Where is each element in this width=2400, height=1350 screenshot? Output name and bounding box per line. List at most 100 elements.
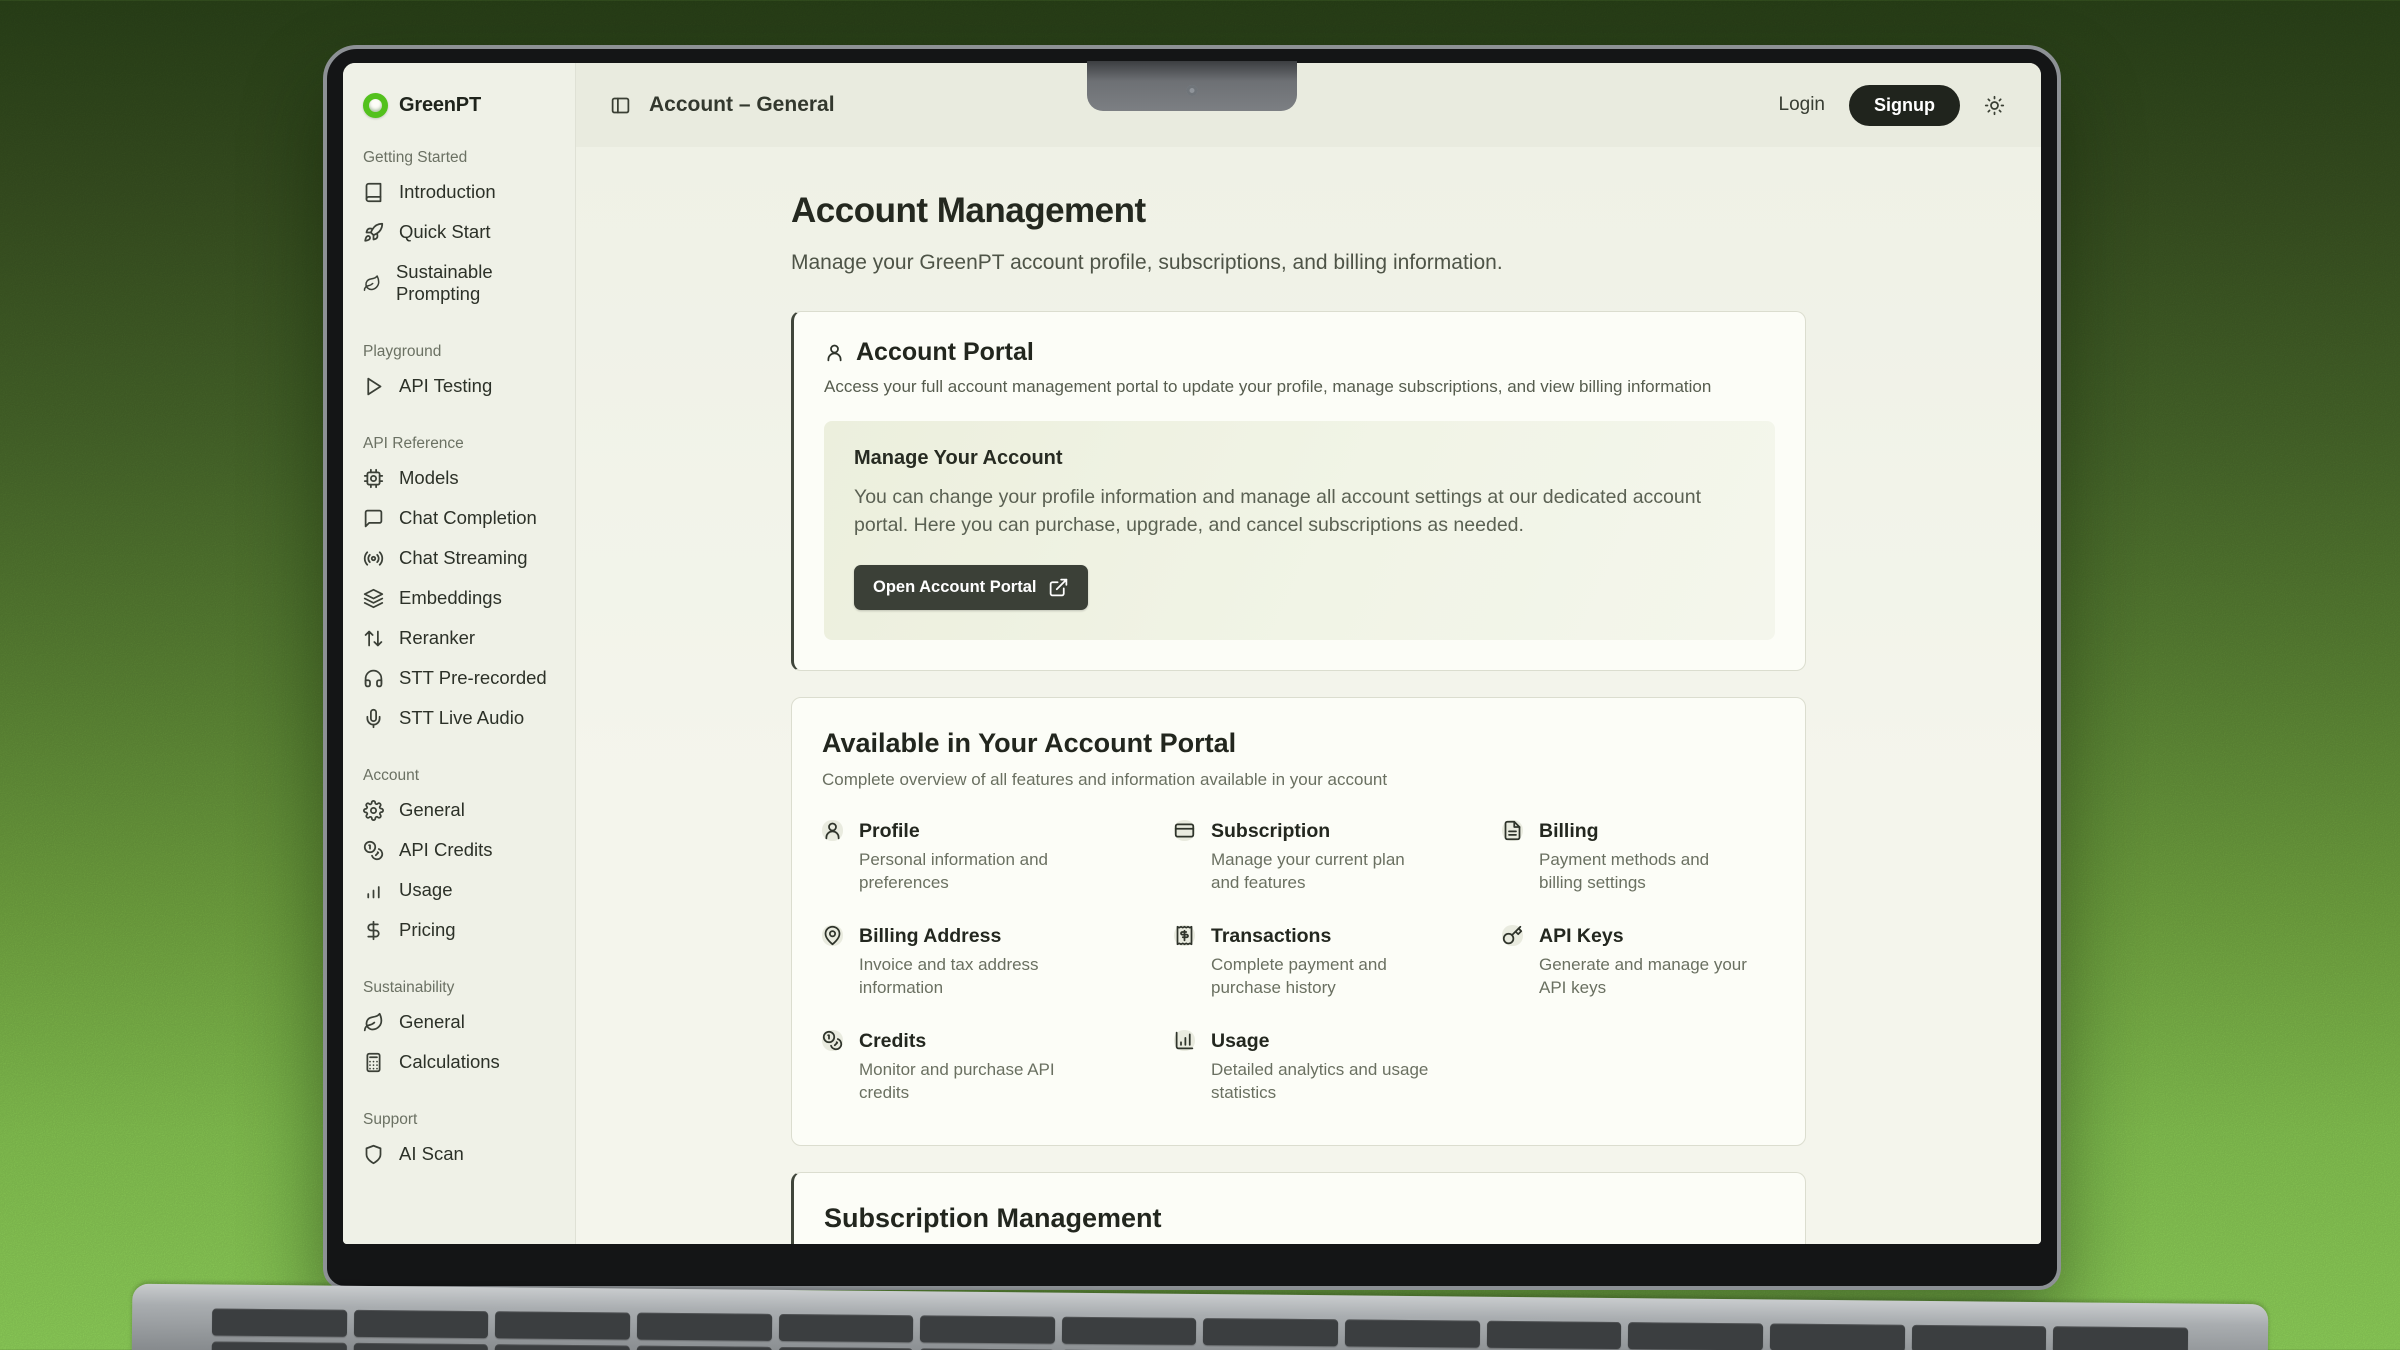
- page-title: Account Management: [791, 191, 2041, 231]
- sidebar-section: Getting Started Introduction Quick Start…: [343, 149, 575, 314]
- feature-title: Billing Address: [859, 925, 1077, 948]
- leaf-icon: [363, 273, 381, 294]
- sidebar-item-label: AI Scan: [399, 1143, 464, 1165]
- sidebar-item-stt-pre-recorded[interactable]: STT Pre-recorded: [343, 658, 575, 698]
- feature-description: Payment methods and billing settings: [1539, 849, 1757, 895]
- keyboard-key: [920, 1315, 1055, 1343]
- keyboard-key: [1345, 1319, 1480, 1347]
- keyboard-key: [2053, 1326, 2188, 1350]
- headphones-icon: [363, 668, 384, 689]
- keyboard: [211, 1309, 2188, 1350]
- keyboard-key: [1628, 1322, 1763, 1350]
- key-icon: [1502, 925, 1523, 946]
- sidebar-item-general[interactable]: General: [343, 1002, 575, 1042]
- keyboard-key: [1912, 1325, 2047, 1350]
- feature-subscription: Subscription Manage your current plan an…: [1174, 820, 1502, 895]
- account-portal-title: Account Portal: [856, 338, 1034, 367]
- sidebar-item-models[interactable]: Models: [343, 458, 575, 498]
- sidebar-item-usage[interactable]: Usage: [343, 870, 575, 910]
- feature-description: Monitor and purchase API credits: [859, 1059, 1077, 1105]
- sidebar-item-introduction[interactable]: Introduction: [343, 172, 575, 212]
- feature-description: Personal information and preferences: [859, 849, 1077, 895]
- sidebar-section-items: API Testing: [343, 366, 575, 406]
- feature-title: Subscription: [1211, 820, 1429, 843]
- file-text-icon: [1502, 820, 1523, 841]
- app-window: GreenPT Getting Started Introduction Qui…: [343, 63, 2041, 1244]
- greenpt-logo-icon: [363, 93, 388, 118]
- sidebar-item-ai-scan[interactable]: AI Scan: [343, 1134, 575, 1174]
- sidebar-item-label: STT Pre-recorded: [399, 667, 547, 689]
- sidebar-section-label: Sustainability: [343, 979, 575, 997]
- panel-left-icon[interactable]: [610, 95, 631, 116]
- credit-card-icon: [1174, 820, 1195, 841]
- features-card: Available in Your Account Portal Complet…: [791, 697, 1806, 1146]
- brand-name: GreenPT: [399, 94, 481, 117]
- sidebar-item-reranker[interactable]: Reranker: [343, 618, 575, 658]
- account-portal-card: Account Portal Access your full account …: [791, 311, 1806, 671]
- sidebar-item-quick-start[interactable]: Quick Start: [343, 212, 575, 252]
- sidebar-item-pricing[interactable]: Pricing: [343, 910, 575, 950]
- signup-button[interactable]: Signup: [1849, 85, 1960, 126]
- feature-usage: Usage Detailed analytics and usage stati…: [1174, 1030, 1502, 1105]
- subscription-management-title: Subscription Management: [824, 1203, 1775, 1234]
- shield-icon: [363, 1144, 384, 1165]
- login-link[interactable]: Login: [1779, 94, 1826, 116]
- sun-icon[interactable]: [1984, 95, 2005, 116]
- receipt-icon: [1174, 925, 1195, 946]
- topbar-actions: Login Signup: [1779, 85, 2006, 126]
- feature-description: Invoice and tax address information: [859, 954, 1077, 1000]
- feature-title: Usage: [1211, 1030, 1429, 1053]
- feature-title: Billing: [1539, 820, 1757, 843]
- keyboard-key: [637, 1313, 772, 1341]
- keyboard-key: [495, 1344, 630, 1350]
- main-content: Account Management Manage your GreenPT a…: [576, 147, 2041, 1244]
- sidebar-item-label: Models: [399, 467, 459, 489]
- cpu-icon: [363, 468, 384, 489]
- features-card-title: Available in Your Account Portal: [822, 728, 1775, 759]
- sidebar-item-chat-completion[interactable]: Chat Completion: [343, 498, 575, 538]
- coins-icon: [363, 840, 384, 861]
- sidebar-item-label: Chat Completion: [399, 507, 537, 529]
- sidebar-item-label: General: [399, 1011, 465, 1033]
- feature-billing-address: Billing Address Invoice and tax address …: [822, 925, 1174, 1000]
- manage-account-body: You can change your profile information …: [854, 484, 1745, 539]
- sidebar-item-chat-streaming[interactable]: Chat Streaming: [343, 538, 575, 578]
- laptop-screen: GreenPT Getting Started Introduction Qui…: [323, 45, 2061, 1290]
- sidebar-item-label: API Testing: [399, 375, 492, 397]
- sidebar-section-label: Playground: [343, 343, 575, 361]
- sidebar-item-general[interactable]: General: [343, 790, 575, 830]
- feature-title: Transactions: [1211, 925, 1429, 948]
- book-icon: [363, 182, 384, 203]
- feature-title: Credits: [859, 1030, 1077, 1053]
- sidebar-section-items: AI Scan: [343, 1134, 575, 1174]
- keyboard-key: [1487, 1321, 1622, 1349]
- sidebar-item-api-credits[interactable]: API Credits: [343, 830, 575, 870]
- keyboard-key: [637, 1346, 772, 1350]
- dollar-icon: [363, 920, 384, 941]
- sidebar-item-sustainable-prompting[interactable]: Sustainable Prompting: [343, 252, 575, 314]
- sidebar-item-label: Calculations: [399, 1051, 500, 1073]
- layers-icon: [363, 588, 384, 609]
- sidebar: GreenPT Getting Started Introduction Qui…: [343, 63, 576, 1244]
- manage-account-box: Manage Your Account You can change your …: [824, 421, 1775, 640]
- sidebar-item-label: Sustainable Prompting: [396, 261, 555, 305]
- features-grid: Profile Personal information and prefere…: [822, 820, 1775, 1105]
- topbar: Account – General Login Signup: [576, 63, 2041, 147]
- keyboard-key: [212, 1342, 347, 1350]
- open-account-portal-button[interactable]: Open Account Portal: [854, 565, 1088, 610]
- open-account-portal-label: Open Account Portal: [873, 578, 1037, 597]
- brand-logo[interactable]: GreenPT: [343, 89, 575, 120]
- chart-icon: [363, 880, 384, 901]
- sidebar-item-calculations[interactable]: Calculations: [343, 1042, 575, 1082]
- feature-api-keys: API Keys Generate and manage your API ke…: [1502, 925, 1775, 1000]
- keyboard-key: [1770, 1323, 1905, 1350]
- account-portal-header: Account Portal: [824, 338, 1775, 367]
- sidebar-item-label: Pricing: [399, 919, 456, 941]
- sidebar-item-label: Introduction: [399, 181, 496, 203]
- sidebar-item-stt-live-audio[interactable]: STT Live Audio: [343, 698, 575, 738]
- sidebar-item-label: Usage: [399, 879, 452, 901]
- keyboard-key: [354, 1310, 489, 1338]
- sidebar-item-api-testing[interactable]: API Testing: [343, 366, 575, 406]
- sidebar-section: Support AI Scan: [343, 1111, 575, 1174]
- sidebar-item-embeddings[interactable]: Embeddings: [343, 578, 575, 618]
